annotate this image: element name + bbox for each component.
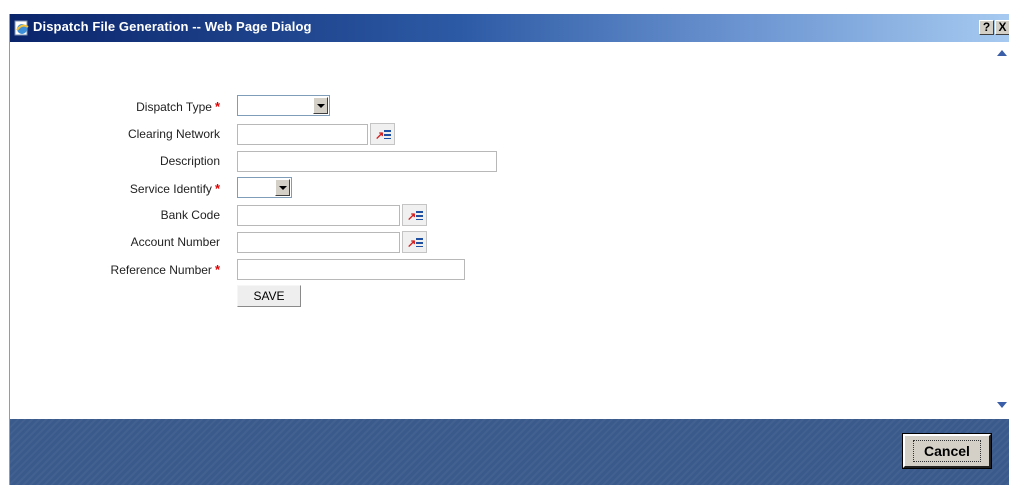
bank-code-input[interactable]: [237, 205, 400, 226]
save-button[interactable]: SAVE: [237, 285, 301, 307]
title-bar[interactable]: Dispatch File Generation -- Web Page Dia…: [10, 14, 1009, 42]
account-number-label: Account Number: [130, 235, 220, 249]
lov-icon: ↗: [407, 238, 417, 250]
form-area: Dispatch Type * Clearing Network ↗ Descri…: [10, 42, 995, 419]
cancel-button[interactable]: Cancel: [902, 433, 992, 469]
service-identify-select[interactable]: [237, 177, 292, 198]
clearing-network-input[interactable]: [237, 124, 368, 145]
lov-icon: ↗: [375, 130, 385, 142]
close-button[interactable]: X: [995, 20, 1009, 35]
window-title: Dispatch File Generation -- Web Page Dia…: [33, 19, 312, 34]
required-marker: *: [214, 99, 220, 114]
scroll-up-icon[interactable]: [997, 50, 1007, 56]
required-marker: *: [214, 181, 220, 196]
dialog-window: Dispatch File Generation -- Web Page Dia…: [9, 14, 1009, 485]
clearing-network-lov-button[interactable]: ↗: [370, 123, 395, 145]
bank-code-label: Bank Code: [160, 208, 220, 222]
dialog-footer: Cancel: [10, 419, 1009, 485]
service-identify-label: Service Identify *: [129, 181, 220, 196]
description-label: Description: [159, 154, 220, 168]
clearing-network-label: Clearing Network: [127, 127, 220, 141]
chevron-down-icon[interactable]: [275, 179, 290, 196]
account-number-input[interactable]: [237, 232, 400, 253]
dispatch-type-label: Dispatch Type *: [136, 99, 220, 114]
dispatch-type-select[interactable]: [237, 95, 330, 116]
account-number-lov-button[interactable]: ↗: [402, 231, 427, 253]
scroll-down-icon[interactable]: [997, 402, 1007, 408]
ie-page-icon: [14, 20, 29, 36]
vertical-scrollbar[interactable]: [996, 42, 1009, 419]
bank-code-lov-button[interactable]: ↗: [402, 204, 427, 226]
chevron-down-icon[interactable]: [313, 97, 328, 114]
reference-number-label: Reference Number *: [110, 262, 220, 277]
required-marker: *: [214, 262, 220, 277]
cancel-button-label: Cancel: [913, 440, 981, 462]
reference-number-input[interactable]: [237, 259, 465, 280]
help-button[interactable]: ?: [979, 20, 994, 35]
description-input[interactable]: [237, 151, 497, 172]
lov-icon: ↗: [407, 211, 417, 223]
